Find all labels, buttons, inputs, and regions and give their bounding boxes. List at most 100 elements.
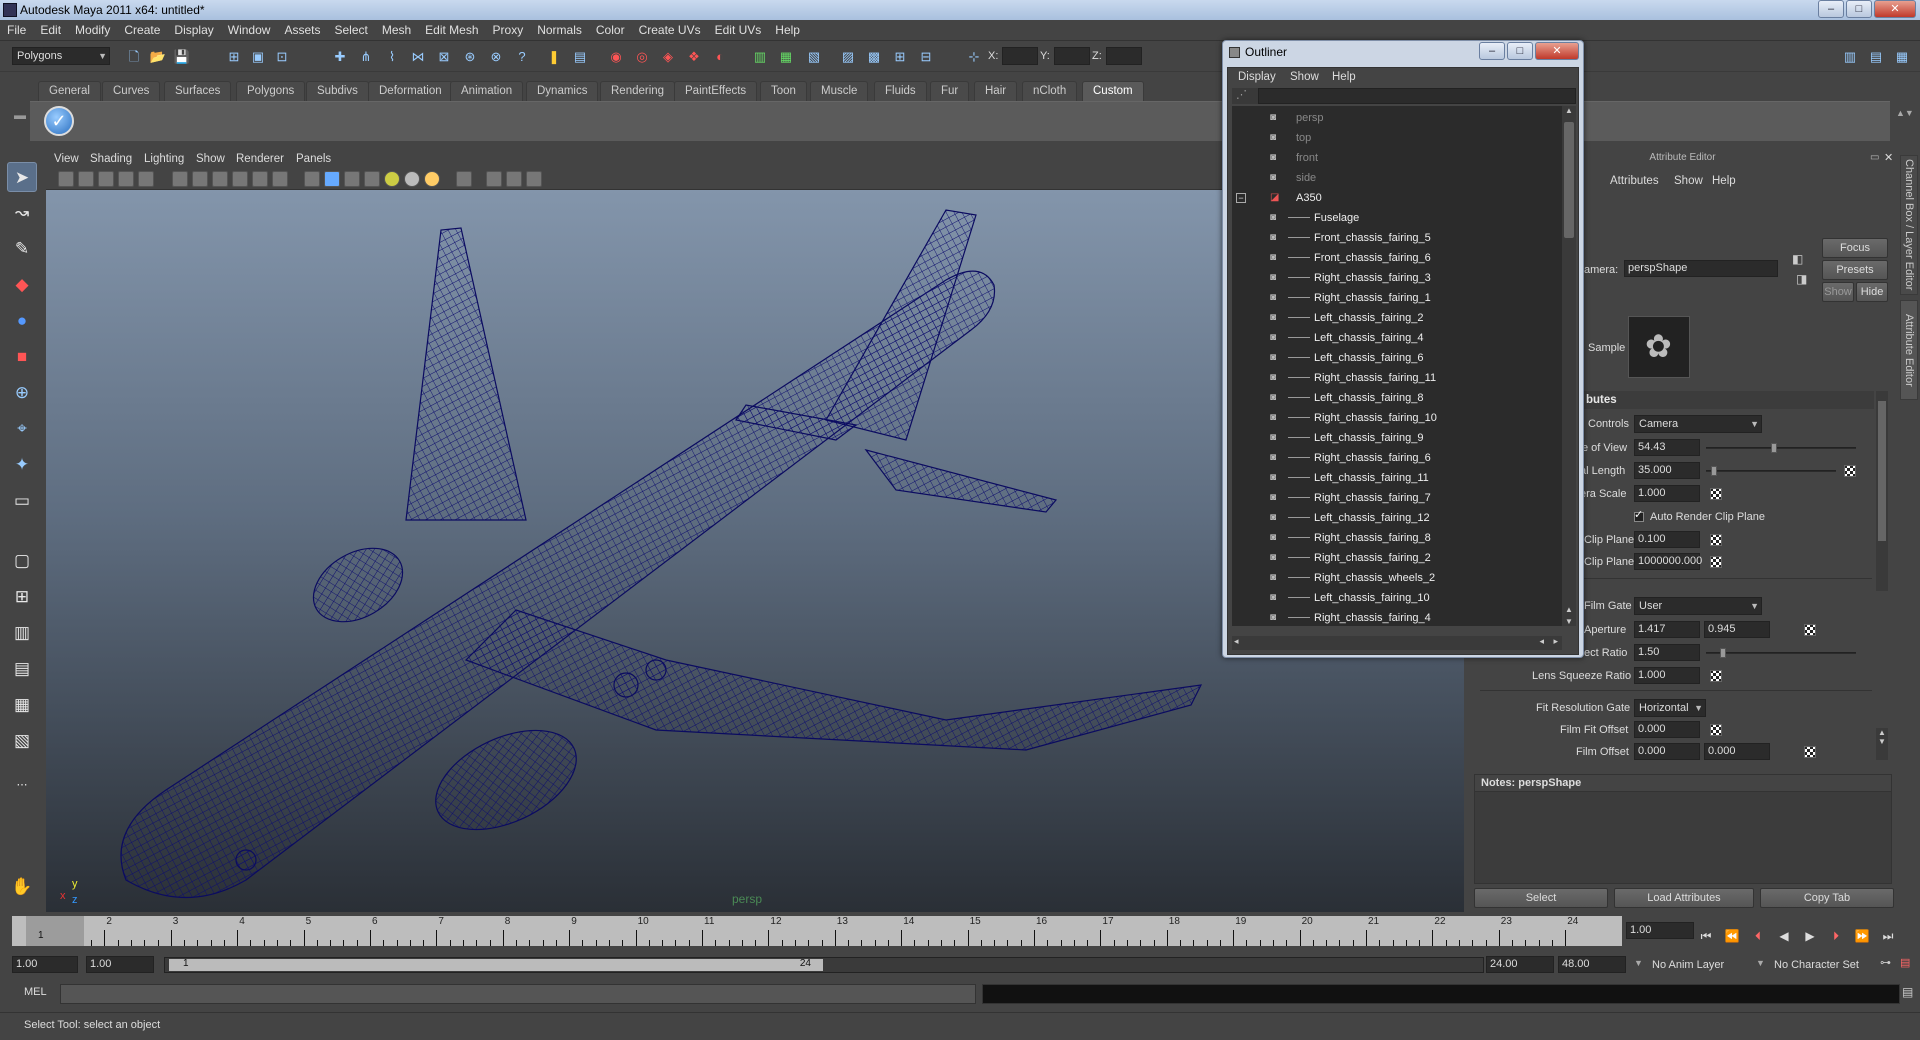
attr-menu-show[interactable]: Show	[1674, 172, 1703, 190]
notes-area[interactable]: Notes: perspShape	[1474, 774, 1892, 884]
menu-normals[interactable]: Normals	[530, 20, 589, 41]
outliner-menu-help[interactable]: Help	[1332, 68, 1356, 86]
construction-history-icon[interactable]: ⊗	[486, 47, 506, 67]
outliner-row-mesh[interactable]: ◙ Front_chassis_fairing_6	[1232, 248, 1562, 268]
outliner-row-mesh[interactable]: ◙ Right_chassis_fairing_6	[1232, 448, 1562, 468]
anim-start-field[interactable]: 1.00	[86, 956, 154, 973]
soft-mod-icon[interactable]: ⌖	[7, 414, 37, 444]
copy-tab-button[interactable]: Copy Tab	[1760, 888, 1894, 908]
outliner-vertical-scrollbar[interactable]: ▲ ▲ ▼	[1562, 106, 1576, 626]
layout-single-icon[interactable]: ▢	[7, 546, 37, 576]
outliner-row-mesh[interactable]: ◙ Left_chassis_fairing_4	[1232, 328, 1562, 348]
range-slider-track[interactable]: 1 24	[164, 957, 1484, 973]
toggle-attribute-editor-icon[interactable]: ▥	[1840, 47, 1860, 67]
snap-curve-icon[interactable]: ⋔	[356, 47, 376, 67]
menu-mesh[interactable]: Mesh	[375, 20, 418, 41]
far-clip-field[interactable]: 1000000.000	[1634, 553, 1702, 570]
scroll-up-icon[interactable]: ▲	[1565, 605, 1573, 614]
outliner-menu-display[interactable]: Display	[1238, 68, 1276, 86]
film-aperture-v-field[interactable]: 0.945	[1704, 621, 1770, 638]
near-clip-map-icon[interactable]	[1710, 534, 1722, 546]
resolution-gate-icon[interactable]	[192, 171, 208, 187]
show-tool-settings-icon[interactable]: ▦	[776, 47, 796, 67]
range-slider-handle[interactable]: 1 24	[169, 958, 823, 971]
show-button[interactable]: Show	[1822, 282, 1854, 302]
outliner-row-camera[interactable]: ◙ persp	[1232, 108, 1562, 128]
tab-attribute-editor[interactable]: Attribute Editor	[1900, 300, 1918, 400]
film-aperture-h-field[interactable]: 1.417	[1634, 621, 1700, 638]
camera-node-field[interactable]: perspShape	[1624, 260, 1778, 277]
snap-view-plane-icon[interactable]: ⋈	[408, 47, 428, 67]
last-tool-icon[interactable]: ▭	[7, 486, 37, 516]
tab-toon[interactable]: Toon	[760, 81, 807, 101]
go-to-start-icon[interactable]: ⏮	[1696, 928, 1716, 944]
play-forwards-icon[interactable]: ▶	[1800, 928, 1820, 944]
show-channel-box-icon[interactable]: ▧	[804, 47, 824, 67]
angle-of-view-slider[interactable]	[1706, 443, 1856, 453]
step-back-key-icon[interactable]: ⏴	[1748, 928, 1768, 944]
outliner-row-mesh[interactable]: ◙ Front_chassis_fairing_5	[1232, 228, 1562, 248]
hypershade-icon[interactable]: ◐	[710, 47, 730, 67]
wireframe-on-shaded-icon[interactable]	[344, 171, 360, 187]
tab-animation[interactable]: Animation	[450, 81, 524, 101]
menu-color[interactable]: Color	[589, 20, 632, 41]
fit-resolution-gate-dropdown[interactable]: Horizontal ▼	[1634, 699, 1706, 717]
help-question-icon[interactable]: ?	[512, 47, 532, 67]
tab-muscle[interactable]: Muscle	[810, 81, 869, 101]
output-ops-icon[interactable]: ▤	[570, 47, 590, 67]
outliner-row-mesh[interactable]: ◙ Left_chassis_fairing_9	[1232, 428, 1562, 448]
menu-assets[interactable]: Assets	[277, 20, 327, 41]
make-live-icon[interactable]: ⊠	[434, 47, 454, 67]
aspect-ratio-field[interactable]: 1.50	[1634, 644, 1700, 661]
outliner-scroll-thumb[interactable]	[1564, 122, 1574, 238]
outliner-row-mesh[interactable]: ◙ Right_chassis_fairing_1	[1232, 288, 1562, 308]
outliner-window[interactable]: Outliner – □ ✕ Display Show Help ⋰ ◙ per…	[1222, 40, 1584, 658]
panel-four-icon[interactable]: ⊞	[890, 47, 910, 67]
time-slider[interactable]: 123456789101112131415161718192021222324 …	[12, 916, 1622, 946]
tab-dynamics[interactable]: Dynamics	[526, 81, 599, 101]
minimize-button[interactable]: –	[1818, 0, 1844, 18]
aspect-ratio-slider[interactable]	[1706, 648, 1856, 658]
tab-channel-box[interactable]: Channel Box / Layer Editor	[1900, 155, 1918, 295]
lasso-tool-icon[interactable]: ↝	[7, 198, 37, 228]
outliner-row-mesh[interactable]: ◙ Left_chassis_fairing_8	[1232, 388, 1562, 408]
select-component-icon[interactable]: ⊡	[272, 47, 292, 67]
start-time-field[interactable]: 1.00	[12, 956, 78, 973]
hide-button[interactable]: Hide	[1856, 282, 1888, 302]
layout-four-icon[interactable]: ⊞	[7, 582, 37, 612]
attr-scroll-arrows[interactable]: ▲ ▼	[1876, 728, 1888, 760]
move-tool-icon[interactable]: ◆	[7, 270, 37, 300]
isolate-select-icon[interactable]	[456, 171, 472, 187]
history-icon[interactable]: ⊛	[460, 47, 480, 67]
film-fit-offset-map-icon[interactable]	[1710, 724, 1722, 736]
outliner-row-mesh[interactable]: ◙ Left_chassis_fairing_6	[1232, 348, 1562, 368]
camera-scale-map-icon[interactable]	[1710, 488, 1722, 500]
go-to-input-icon[interactable]: ◧	[1792, 252, 1803, 266]
menu-proxy[interactable]: Proxy	[486, 20, 531, 41]
x-field[interactable]	[1002, 47, 1038, 65]
toggle-channel-box-icon[interactable]: ▦	[1892, 47, 1912, 67]
anim-end-field[interactable]: 24.00	[1486, 956, 1554, 973]
outliner-minimize-button[interactable]: –	[1479, 42, 1505, 60]
vp-menu-shading[interactable]: Shading	[90, 150, 132, 168]
film-gate-icon[interactable]	[172, 171, 188, 187]
tab-fur[interactable]: Fur	[930, 81, 970, 101]
panel-layout-icon[interactable]: ▨	[838, 47, 858, 67]
outliner-row-mesh[interactable]: ◙ Left_chassis_fairing_11	[1232, 468, 1562, 488]
film-gate-dropdown[interactable]: User ▼	[1634, 597, 1762, 615]
layout-more-icon[interactable]: ⋯	[7, 770, 37, 800]
scroll-left-icon[interactable]: ◂	[1234, 636, 1239, 647]
step-back-frame-icon[interactable]: ⏪	[1722, 928, 1742, 944]
menu-file[interactable]: File	[0, 20, 33, 41]
panel-outliner-icon[interactable]: ⊟	[916, 47, 936, 67]
default-light-icon[interactable]	[384, 171, 400, 187]
angle-of-view-knob[interactable]	[1770, 443, 1777, 453]
camera-attributes-icon[interactable]	[58, 171, 74, 187]
mel-command-input[interactable]	[60, 984, 976, 1004]
film-fit-offset-field[interactable]: 0.000	[1634, 721, 1700, 738]
z-field[interactable]	[1106, 47, 1142, 65]
rotate-tool-icon[interactable]: ●	[7, 306, 37, 336]
xray-components-icon[interactable]	[526, 171, 542, 187]
film-offset-x-field[interactable]: 0.000	[1634, 743, 1700, 760]
mel-label[interactable]: MEL	[24, 986, 47, 998]
